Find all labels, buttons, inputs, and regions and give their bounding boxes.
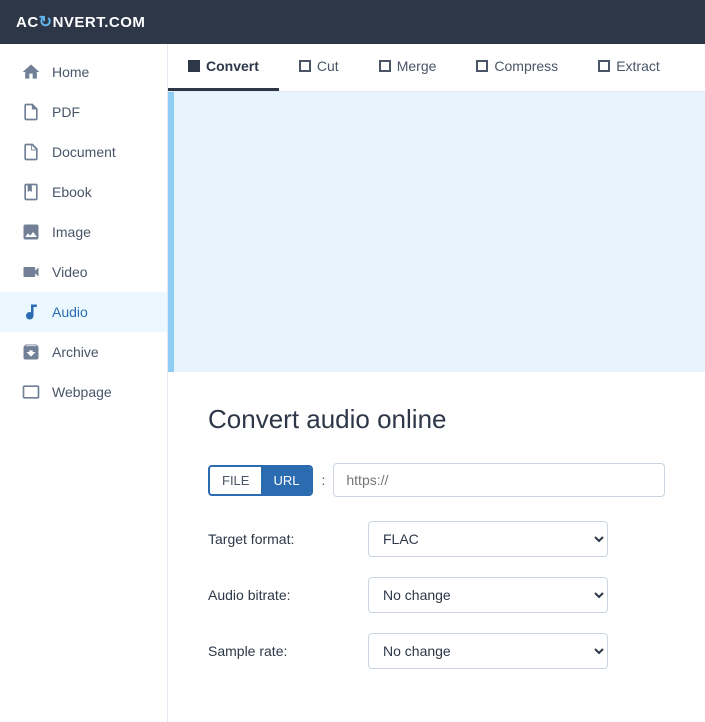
sample-rate-row: Sample rate: No change 8000 Hz 11025 Hz …: [208, 633, 665, 669]
content-area: Convert audio online FILE URL : Target f…: [168, 372, 705, 722]
tab-cut-label: Cut: [317, 58, 339, 74]
target-format-select[interactable]: FLAC MP3 AAC OGG WAV WMA M4A OPUS: [368, 521, 608, 557]
tab-compress[interactable]: Compress: [456, 44, 578, 91]
sidebar-item-ebook[interactable]: Ebook: [0, 172, 167, 212]
audio-bitrate-label: Audio bitrate:: [208, 587, 368, 603]
sidebar-label-pdf: PDF: [52, 104, 80, 120]
file-url-row: FILE URL :: [208, 463, 665, 497]
webpage-icon: [20, 382, 42, 402]
audio-icon: [20, 302, 42, 322]
tab-merge-label: Merge: [397, 58, 437, 74]
url-button[interactable]: URL: [261, 467, 311, 494]
target-format-label: Target format:: [208, 531, 368, 547]
sidebar-label-archive: Archive: [52, 344, 99, 360]
tab-compress-icon: [476, 60, 488, 72]
tab-cut-icon: [299, 60, 311, 72]
audio-bitrate-row: Audio bitrate: No change 64 kbps 128 kbp…: [208, 577, 665, 613]
home-icon: [20, 62, 42, 82]
sidebar-item-video[interactable]: Video: [0, 252, 167, 292]
document-icon: [20, 142, 42, 162]
sidebar-label-webpage: Webpage: [52, 384, 112, 400]
tab-compress-label: Compress: [494, 58, 558, 74]
archive-icon: [20, 342, 42, 362]
header: AC↻NVERT.COM: [0, 0, 705, 44]
pdf-icon: [20, 102, 42, 122]
sidebar-label-image: Image: [52, 224, 91, 240]
file-button[interactable]: FILE: [210, 467, 261, 494]
sidebar-item-audio[interactable]: Audio: [0, 292, 167, 332]
logo-ac: AC: [16, 14, 39, 31]
sidebar-item-document[interactable]: Document: [0, 132, 167, 172]
app-layout: Home PDF Document Ebook Image: [0, 44, 705, 722]
main-area: Convert Cut Merge Compress Extract C: [168, 44, 705, 722]
tab-merge-icon: [379, 60, 391, 72]
tab-extract[interactable]: Extract: [578, 44, 680, 91]
image-icon: [20, 222, 42, 242]
logo-arrow: ↻: [39, 14, 53, 31]
sidebar-item-pdf[interactable]: PDF: [0, 92, 167, 132]
sidebar-label-video: Video: [52, 264, 88, 280]
tab-cut[interactable]: Cut: [279, 44, 359, 91]
colon-separator: :: [321, 472, 325, 488]
header-logo: AC↻NVERT.COM: [16, 12, 145, 32]
sidebar-item-webpage[interactable]: Webpage: [0, 372, 167, 412]
ad-banner: [168, 92, 705, 372]
video-icon: [20, 262, 42, 282]
tab-convert-icon: [188, 60, 200, 72]
sample-rate-select[interactable]: No change 8000 Hz 11025 Hz 22050 Hz 4410…: [368, 633, 608, 669]
audio-bitrate-select[interactable]: No change 64 kbps 128 kbps 192 kbps 256 …: [368, 577, 608, 613]
sidebar-label-home: Home: [52, 64, 89, 80]
page-title: Convert audio online: [208, 404, 665, 435]
tab-convert-label: Convert: [206, 58, 259, 74]
sidebar-item-image[interactable]: Image: [0, 212, 167, 252]
tab-extract-label: Extract: [616, 58, 660, 74]
sidebar-label-audio: Audio: [52, 304, 88, 320]
sidebar: Home PDF Document Ebook Image: [0, 44, 168, 722]
ebook-icon: [20, 182, 42, 202]
sidebar-item-archive[interactable]: Archive: [0, 332, 167, 372]
tabs-bar: Convert Cut Merge Compress Extract: [168, 44, 705, 92]
sidebar-label-document: Document: [52, 144, 116, 160]
target-format-row: Target format: FLAC MP3 AAC OGG WAV WMA …: [208, 521, 665, 557]
sidebar-item-home[interactable]: Home: [0, 52, 167, 92]
url-input[interactable]: [333, 463, 665, 497]
tab-merge[interactable]: Merge: [359, 44, 457, 91]
sample-rate-label: Sample rate:: [208, 643, 368, 659]
file-url-toggle: FILE URL: [208, 465, 313, 496]
sidebar-label-ebook: Ebook: [52, 184, 92, 200]
tab-convert[interactable]: Convert: [168, 44, 279, 91]
tab-extract-icon: [598, 60, 610, 72]
logo-suffix: NVERT.COM: [53, 14, 146, 31]
